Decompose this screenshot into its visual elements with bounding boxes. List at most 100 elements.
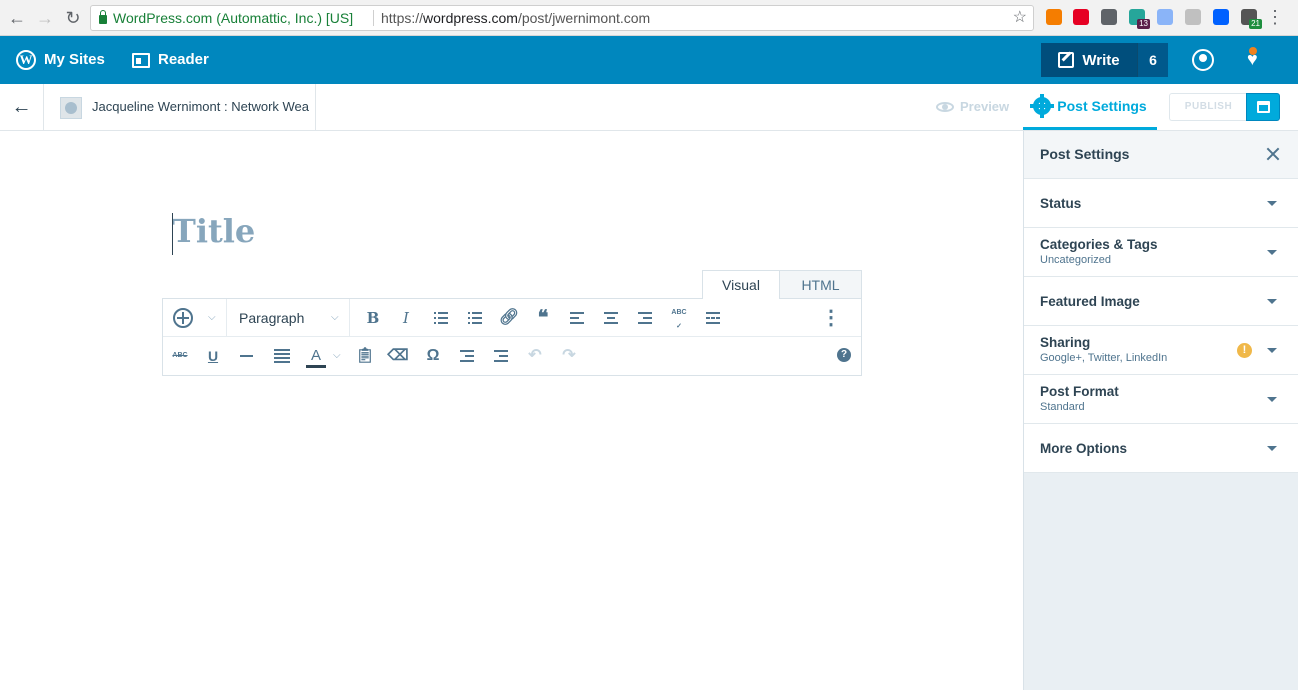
- url-host: wordpress.com: [423, 10, 518, 26]
- accordion-title: Categories & Tags: [1040, 237, 1158, 252]
- browser-menu-icon[interactable]: ⋮: [1266, 6, 1284, 28]
- accordion-post-format[interactable]: Post Format Standard: [1024, 375, 1298, 424]
- accordion-categories-tags[interactable]: Categories & Tags Uncategorized: [1024, 228, 1298, 277]
- clear-formatting-eraser-icon[interactable]: ⌫: [385, 344, 411, 368]
- browser-back-icon[interactable]: ←: [6, 7, 28, 29]
- drafts-count-button[interactable]: 6: [1137, 43, 1168, 77]
- accordion-title: More Options: [1040, 441, 1127, 456]
- reader-link[interactable]: Reader: [132, 36, 209, 84]
- add-content-icon[interactable]: [173, 308, 193, 328]
- secure-indicator[interactable]: WordPress.com (Automattic, Inc.) [US]: [99, 6, 353, 30]
- pinterest-ext-icon[interactable]: [1073, 9, 1089, 25]
- underline-icon[interactable]: U: [200, 344, 226, 368]
- format-chevron-down-icon: ⌵: [331, 312, 339, 323]
- paste-as-text-icon[interactable]: 📋︎: [352, 344, 378, 368]
- blockquote-icon[interactable]: ❝: [530, 306, 556, 330]
- tab-html[interactable]: HTML: [780, 270, 862, 299]
- docs-ext-icon[interactable]: [1157, 9, 1173, 25]
- post-settings-tab[interactable]: Post Settings: [1023, 84, 1157, 130]
- pencil-icon: [1058, 52, 1075, 68]
- site-title[interactable]: Jacqueline Wernimont : Network Wea: [92, 84, 316, 130]
- horizontal-rule-icon[interactable]: [234, 344, 260, 368]
- lock-icon: [99, 10, 107, 24]
- text-color-glyph: A: [310, 347, 321, 364]
- link-icon[interactable]: 🔗︎: [496, 306, 522, 330]
- browser-forward-icon[interactable]: →: [34, 7, 56, 29]
- spellcheck-icon[interactable]: ABC ✓: [666, 306, 692, 330]
- read-more-icon[interactable]: [700, 306, 726, 330]
- address-bar[interactable]: WordPress.com (Automattic, Inc.) [US] ht…: [90, 5, 1034, 31]
- calendar-icon: [1257, 101, 1270, 113]
- format-select[interactable]: Paragraph ⌵: [227, 299, 349, 337]
- accordion-sharing[interactable]: Sharing Google+, Twitter, LinkedIn !: [1024, 326, 1298, 375]
- text-color-icon[interactable]: A: [303, 344, 329, 368]
- editor-mode-tabs: Visual HTML: [702, 270, 862, 299]
- special-character-icon[interactable]: Ω: [420, 344, 446, 368]
- url-scheme: https://: [381, 10, 424, 26]
- toolbar-row-2: ABC U A ⌵ 📋︎ ⌫ Ω ↶ ↷ ?: [163, 337, 861, 375]
- sidebar-header-title: Post Settings: [1040, 146, 1130, 162]
- accordion-featured-image[interactable]: Featured Image: [1024, 277, 1298, 326]
- my-sites-label: My Sites: [44, 51, 105, 68]
- post-title-input[interactable]: Title: [172, 212, 255, 250]
- text-color-chevron-down-icon[interactable]: ⌵: [333, 350, 341, 361]
- toolbar-row-1: ⌵ Paragraph ⌵ B I 🔗︎ ❝ ABC ✓ ⋮: [163, 299, 861, 337]
- schedule-button[interactable]: [1246, 93, 1280, 121]
- redo-icon[interactable]: ↷: [556, 344, 582, 368]
- masterbar: W My Sites Reader Write 6 ♥: [0, 36, 1298, 84]
- accordion-title: Post Format: [1040, 384, 1119, 399]
- chevron-down-icon: [1267, 348, 1277, 353]
- bullet-list-icon[interactable]: [428, 306, 454, 330]
- extension-badge: 13: [1137, 19, 1150, 29]
- dropbox-ext-icon[interactable]: [1213, 9, 1229, 25]
- strikethrough-icon[interactable]: ABC: [167, 344, 193, 368]
- numbered-list-icon[interactable]: [462, 306, 488, 330]
- align-center-icon[interactable]: [598, 306, 624, 330]
- write-button[interactable]: Write: [1041, 43, 1137, 77]
- chevron-down-icon: [1267, 397, 1277, 402]
- back-arrow-icon[interactable]: ←: [0, 84, 44, 130]
- accordion-subtitle: Standard: [1040, 401, 1085, 413]
- justify-icon[interactable]: [269, 344, 295, 368]
- accordion-title: Featured Image: [1040, 294, 1140, 309]
- browser-reload-icon[interactable]: ↻: [62, 7, 84, 29]
- write-label: Write: [1082, 51, 1120, 69]
- preview-button[interactable]: Preview: [936, 84, 1009, 130]
- bold-icon[interactable]: B: [360, 306, 386, 330]
- align-right-icon[interactable]: [632, 306, 658, 330]
- toolbar-divider: [349, 299, 350, 337]
- sidebar-header: Post Settings: [1024, 131, 1298, 179]
- document-ext-icon[interactable]: 21: [1241, 9, 1262, 29]
- undo-icon[interactable]: ↶: [522, 344, 548, 368]
- bookmark-star-icon[interactable]: ☆: [1013, 6, 1027, 30]
- close-icon[interactable]: [1265, 146, 1281, 162]
- add-content-chevron-down-icon[interactable]: ⌵: [208, 312, 216, 323]
- accordion-more-options[interactable]: More Options: [1024, 424, 1298, 473]
- accordion-status[interactable]: Status: [1024, 179, 1298, 228]
- info-ext-icon[interactable]: [1101, 9, 1117, 25]
- profile-icon[interactable]: [1192, 49, 1214, 71]
- italic-icon[interactable]: I: [393, 306, 419, 330]
- url-text: https://wordpress.com/post/jwernimont.co…: [381, 6, 650, 30]
- more-tools-kebab-icon[interactable]: ⋮: [818, 306, 844, 330]
- blogger-ext-icon[interactable]: [1046, 9, 1062, 25]
- tab-visual[interactable]: Visual: [702, 270, 780, 299]
- accordion-subtitle: Google+, Twitter, LinkedIn: [1040, 352, 1168, 364]
- gear-icon: [1030, 93, 1055, 118]
- format-select-value: Paragraph: [239, 310, 305, 326]
- secure-label: WordPress.com (Automattic, Inc.) [US]: [113, 10, 354, 26]
- editor-toolbar: ⌵ Paragraph ⌵ B I 🔗︎ ❝ ABC ✓ ⋮ ABC U A ⌵…: [162, 298, 862, 376]
- url-path: /post/jwernimont.com: [517, 10, 651, 26]
- reader-label: Reader: [158, 51, 209, 68]
- timer-ext-icon[interactable]: 13: [1129, 9, 1150, 29]
- align-left-icon[interactable]: [564, 306, 590, 330]
- outdent-icon[interactable]: [454, 344, 480, 368]
- text-caret: [172, 213, 173, 255]
- publish-button[interactable]: PUBLISH: [1169, 93, 1247, 121]
- indent-icon[interactable]: [488, 344, 514, 368]
- help-icon[interactable]: ?: [837, 348, 851, 362]
- bookmark-ext-icon[interactable]: [1185, 9, 1201, 25]
- chevron-down-icon: [1267, 201, 1277, 206]
- chevron-down-icon: [1267, 250, 1277, 255]
- my-sites-link[interactable]: W My Sites: [16, 36, 105, 84]
